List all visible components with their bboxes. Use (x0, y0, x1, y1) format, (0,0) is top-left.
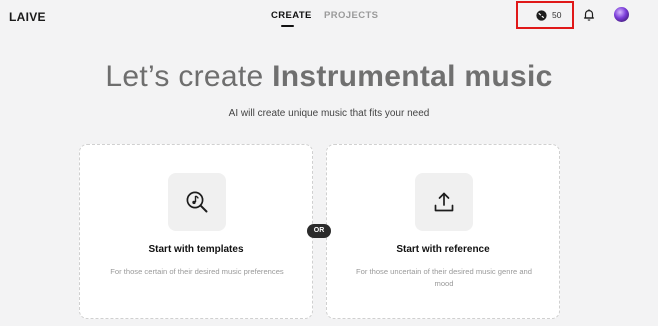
start-with-reference-card[interactable]: Start with reference For those uncertain… (326, 144, 560, 319)
title-bold: Instrumental music (272, 60, 553, 93)
active-tab-indicator (281, 25, 294, 27)
card-description: For those certain of their desired music… (110, 267, 284, 276)
card-title: Start with templates (148, 244, 244, 255)
music-search-icon (186, 191, 208, 213)
logo[interactable]: LAIVE (9, 10, 46, 24)
icon-box (415, 173, 473, 231)
page-title: Let’s create Instrumental music (0, 60, 658, 94)
upload-icon (434, 192, 454, 212)
tab-projects[interactable]: PROJECTS (324, 10, 378, 21)
page-subtitle: AI will create unique music that fits yo… (228, 108, 430, 119)
start-with-templates-card[interactable]: Start with templates For those certain o… (79, 144, 313, 319)
credits-button[interactable]: 50 (516, 1, 574, 29)
icon-box (168, 173, 226, 231)
bell-icon[interactable] (582, 8, 596, 22)
avatar[interactable] (614, 7, 629, 22)
title-prefix: Let’s create (105, 60, 273, 93)
credits-count: 50 (552, 10, 562, 20)
disc-icon (536, 10, 547, 21)
top-bar: LAIVE CREATE PROJECTS 50 (0, 0, 658, 34)
card-title: Start with reference (396, 244, 490, 255)
tab-create[interactable]: CREATE (271, 10, 312, 21)
card-description: For those uncertain of their desired mus… (355, 267, 533, 288)
or-divider: OR (307, 224, 331, 238)
